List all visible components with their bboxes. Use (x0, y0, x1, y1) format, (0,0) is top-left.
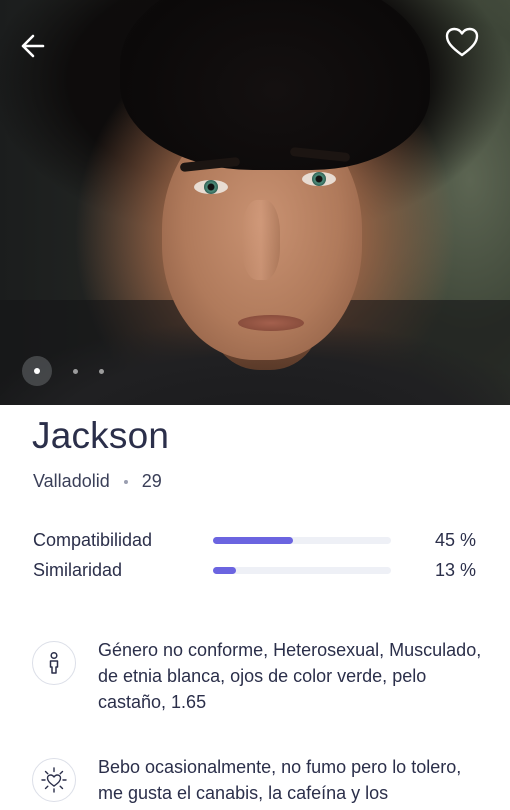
meta-separator (123, 479, 128, 484)
back-arrow-icon[interactable] (14, 28, 50, 64)
favorite-heart-icon[interactable] (442, 22, 482, 62)
profile-city: Valladolid (33, 471, 110, 491)
photo-eye-right (302, 172, 336, 186)
detail-text: Género no conforme, Heterosexual, Muscul… (98, 640, 482, 712)
stat-similarity: Similaridad 13 % (33, 559, 476, 581)
profile-photo[interactable] (0, 0, 510, 405)
stat-progress-track (213, 537, 391, 544)
detail-text: Bebo ocasionalmente, no fumo pero lo tol… (98, 757, 462, 803)
photo-mouth-shape (238, 315, 304, 331)
stat-label: Compatibilidad (33, 529, 153, 550)
profile-age: 29 (141, 471, 162, 491)
stat-progress-fill (213, 537, 294, 544)
stat-progress-track (213, 567, 391, 574)
heart-sparkle-icon (32, 758, 76, 802)
detail-lifestyle: Bebo ocasionalmente, no fumo pero lo tol… (32, 754, 482, 806)
person-icon (32, 641, 76, 685)
profile-meta: Valladolid 29 (33, 471, 162, 492)
profile-name: Jackson (32, 415, 170, 456)
pagination-dot-inner (34, 368, 40, 374)
stat-value: 45 % (434, 529, 476, 550)
stat-label: Similaridad (33, 559, 123, 580)
photo-hair-shape (120, 0, 430, 170)
pagination-dot[interactable] (73, 368, 78, 374)
stat-value: 13 % (434, 559, 476, 580)
pagination-dot-active[interactable] (22, 356, 52, 386)
stat-progress-fill (213, 567, 237, 574)
photo-eye-left (194, 180, 228, 194)
stat-compatibility: Compatibilidad 45 % (33, 529, 476, 551)
detail-physical: Género no conforme, Heterosexual, Muscul… (32, 637, 482, 715)
photo-nose-shape (242, 200, 280, 280)
pagination-dot[interactable] (99, 368, 104, 374)
photo-pagination (22, 356, 104, 386)
